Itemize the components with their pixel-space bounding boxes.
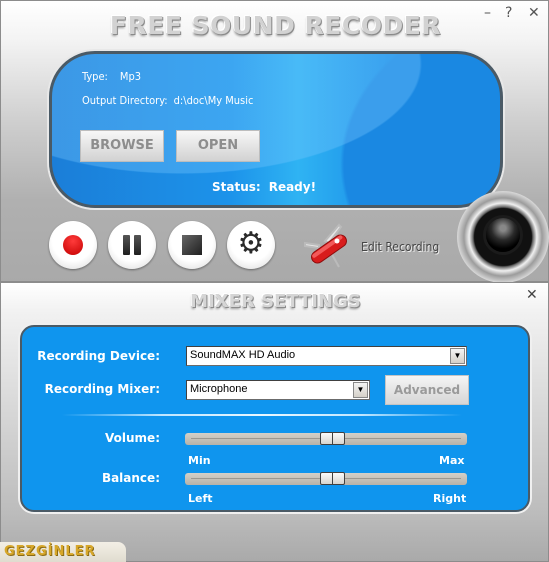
swiss-knife-icon[interactable] (299, 219, 355, 271)
help-button[interactable]: ? (505, 5, 512, 21)
volume-slider-thumb[interactable] (319, 432, 345, 445)
balance-right-label: Right (433, 492, 467, 505)
volume-max-label: Max (439, 454, 465, 467)
type-value: Mp3 (119, 70, 142, 83)
record-button[interactable] (49, 221, 97, 269)
balance-slider[interactable] (185, 472, 467, 485)
chevron-down-icon[interactable]: ▼ (353, 382, 368, 398)
balance-slider-thumb[interactable] (319, 472, 345, 485)
divider (62, 414, 462, 416)
browse-button[interactable]: BROWSE (80, 130, 164, 162)
mixer-title: MIXER SETTINGS (190, 291, 361, 312)
recording-mixer-value: Microphone (190, 383, 248, 395)
type-row: Type: Mp3 (82, 70, 141, 83)
recording-mixer-label: Recording Mixer: (44, 382, 160, 396)
recording-device-value: SoundMAX HD Audio (190, 349, 296, 361)
pause-button[interactable] (108, 221, 156, 269)
settings-button[interactable]: ⚙ (227, 221, 275, 269)
edit-recording-button[interactable]: Edit Recording (361, 240, 439, 254)
info-panel: Type: Mp3 Output Directory: d:\doc\My Musi… (49, 51, 503, 208)
record-icon (63, 235, 83, 255)
recording-device-select[interactable]: SoundMAX HD Audio ▼ (186, 346, 467, 366)
watermark-logo: GEZGİNLER (0, 542, 126, 562)
mixer-window: MIXER SETTINGS ✕ Recording Device: Sound… (0, 282, 549, 562)
recording-mixer-select[interactable]: Microphone ▼ (186, 380, 370, 400)
status-value: Ready! (268, 180, 317, 194)
volume-min-label: Min (188, 454, 211, 467)
status-label: Status: (212, 180, 261, 194)
gear-icon: ⚙ (237, 226, 265, 261)
stop-icon (182, 235, 202, 255)
volume-label: Volume: (105, 431, 160, 445)
status-row: Status: Ready! (212, 180, 316, 194)
app-title: FREE SOUND RECODER (109, 11, 442, 40)
speaker-icon (457, 191, 549, 283)
advanced-button[interactable]: Advanced (385, 375, 469, 405)
balance-left-label: Left (188, 492, 213, 505)
mixer-close-button[interactable]: ✕ (526, 287, 538, 303)
open-button[interactable]: OPEN (176, 130, 260, 162)
chevron-down-icon[interactable]: ▼ (450, 348, 465, 364)
close-button[interactable]: ✕ (528, 5, 540, 21)
type-label: Type: (82, 70, 108, 83)
volume-slider[interactable] (185, 432, 467, 445)
output-directory-label: Output Directory: (82, 94, 168, 107)
balance-label: Balance: (101, 471, 160, 485)
mixer-panel: Recording Device: SoundMAX HD Audio ▼ Re… (20, 325, 530, 512)
minimize-button[interactable]: – (484, 5, 491, 21)
recorder-window: FREE SOUND RECODER – ? ✕ Type: Mp3 Output… (0, 0, 549, 283)
speaker-cone (486, 218, 520, 252)
stop-button[interactable] (168, 221, 216, 269)
recording-device-label: Recording Device: (37, 349, 160, 363)
output-directory-value: d:\doc\My Music (173, 94, 254, 107)
output-directory-row: Output Directory: d:\doc\My Music (82, 94, 253, 107)
